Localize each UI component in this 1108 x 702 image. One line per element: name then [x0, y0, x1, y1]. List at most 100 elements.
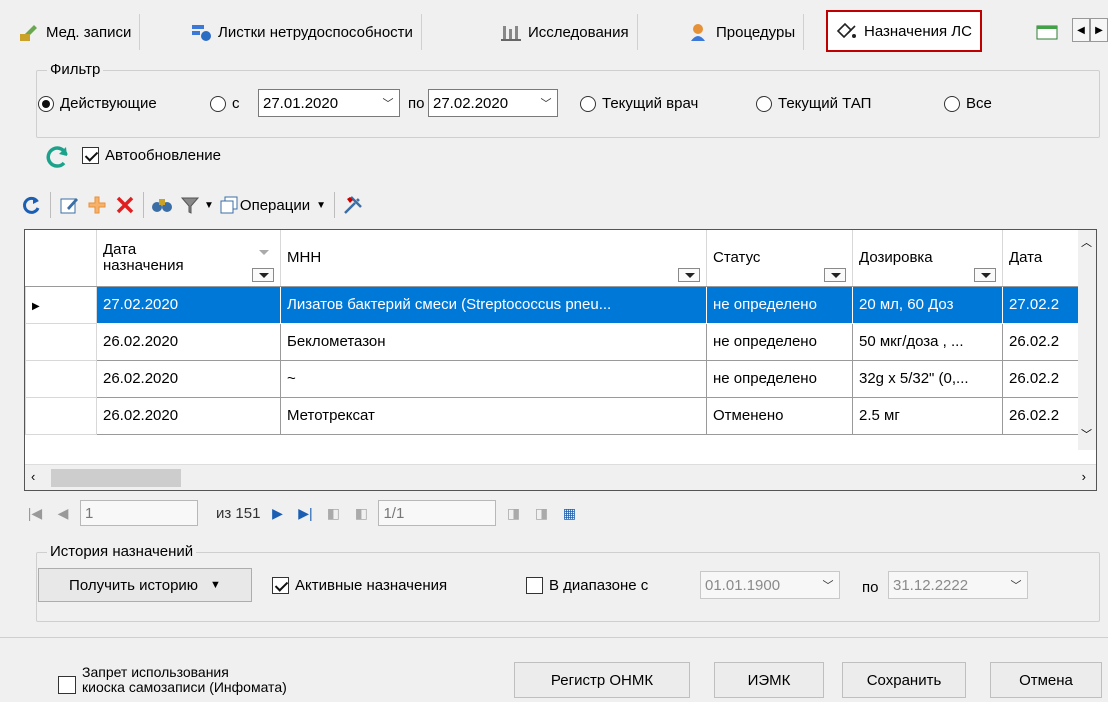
- row-indicator[interactable]: [25, 359, 97, 398]
- record-position-field[interactable]: 1: [80, 500, 198, 526]
- active-prescriptions-check[interactable]: [272, 577, 289, 594]
- column-header-mnn[interactable]: МНН: [280, 230, 707, 287]
- horizontal-scrollbar[interactable]: ‹ ›: [25, 464, 1096, 490]
- iemk-button[interactable]: ИЭМК: [714, 662, 824, 698]
- table-cell[interactable]: 20 мл, 60 Доз: [852, 285, 1003, 324]
- active-prescriptions-checkbox[interactable]: Активные назначения: [272, 577, 447, 594]
- prev-record-icon[interactable]: ◀: [52, 502, 74, 524]
- chevron-down-icon[interactable]: ﹀: [1005, 577, 1027, 593]
- tab-prescriptions[interactable]: Назначения ЛС: [826, 10, 982, 52]
- prev-page-icon[interactable]: ◧: [322, 502, 344, 524]
- tab-research[interactable]: Исследования: [492, 14, 638, 50]
- filter-icon[interactable]: [176, 191, 204, 219]
- radio-active[interactable]: Действующие: [38, 95, 157, 112]
- refresh-button[interactable]: [40, 140, 74, 174]
- register-onmk-button[interactable]: Регистр ОНМК: [514, 662, 690, 698]
- table-cell[interactable]: 2.5 мг: [852, 396, 1003, 435]
- radio-all[interactable]: Все: [944, 95, 992, 112]
- radio-date-range-dot[interactable]: [210, 95, 226, 112]
- autorefresh-check[interactable]: [82, 147, 99, 164]
- in-range-checkbox[interactable]: В диапазоне с: [526, 577, 648, 594]
- save-button[interactable]: Сохранить: [842, 662, 966, 698]
- column-header-date2[interactable]: Дата: [1002, 230, 1083, 287]
- horizontal-scroll-thumb[interactable]: [51, 469, 181, 487]
- table-cell[interactable]: 27.02.2020: [96, 285, 281, 324]
- radio-current-doctor-dot[interactable]: [580, 95, 596, 112]
- table-cell[interactable]: Лизатов бактерий смеси (Streptococcus pn…: [280, 285, 707, 324]
- table-cell[interactable]: Отменено: [706, 396, 853, 435]
- kiosk-ban-check[interactable]: [58, 676, 76, 694]
- next-page-icon[interactable]: ◨: [502, 502, 524, 524]
- table-cell[interactable]: 26.02.2020: [96, 359, 281, 398]
- date-from-picker[interactable]: 27.01.2020 ﹀: [258, 89, 400, 117]
- tab-sick-leave[interactable]: Листки нетрудоспособности: [182, 14, 422, 50]
- row-indicator[interactable]: [25, 396, 97, 435]
- table-cell[interactable]: не определено: [706, 359, 853, 398]
- get-history-dropdown[interactable]: Получить историю ▼: [38, 568, 252, 602]
- tab-scroll-left-button[interactable]: ◀: [1072, 18, 1090, 42]
- last-page-icon[interactable]: ◨: [530, 502, 552, 524]
- chevron-down-icon[interactable]: ﹀: [535, 95, 557, 111]
- column-filter-button[interactable]: [974, 267, 996, 282]
- reload-icon[interactable]: [18, 191, 46, 219]
- column-header-date[interactable]: Дата назначения: [96, 230, 281, 287]
- tab-med-records[interactable]: Мед. записи: [10, 14, 141, 50]
- range-to-picker[interactable]: 31.12.2222 ﹀: [888, 571, 1028, 599]
- column-filter-button[interactable]: [252, 267, 274, 282]
- table-cell[interactable]: 26.02.2: [1002, 322, 1083, 361]
- table-cell[interactable]: 26.02.2: [1002, 359, 1083, 398]
- columns-icon[interactable]: ▦: [558, 502, 580, 524]
- radio-date-range[interactable]: с: [210, 95, 240, 112]
- edit-icon[interactable]: [55, 191, 83, 219]
- delete-icon[interactable]: [111, 191, 139, 219]
- table-row[interactable]: 26.02.2020 Метотрексат Отменено 2.5 мг 2…: [25, 396, 1083, 435]
- table-row[interactable]: 26.02.2020 Беклометазон не определено 50…: [25, 322, 1083, 361]
- radio-current-tap-dot[interactable]: [756, 95, 772, 112]
- operations-menu-label[interactable]: Операции: [240, 197, 310, 214]
- row-indicator[interactable]: [25, 322, 97, 361]
- table-cell[interactable]: 50 мкг/доза , ...: [852, 322, 1003, 361]
- chevron-down-icon[interactable]: ﹀: [377, 95, 399, 111]
- vertical-scrollbar[interactable]: ︿ ﹀: [1078, 230, 1096, 450]
- table-cell[interactable]: Беклометазон: [280, 322, 707, 361]
- scroll-right-icon[interactable]: ›: [1082, 469, 1086, 484]
- scroll-left-icon[interactable]: ‹: [31, 469, 35, 484]
- radio-active-dot[interactable]: [38, 95, 54, 112]
- table-cell[interactable]: 26.02.2020: [96, 396, 281, 435]
- last-record-icon[interactable]: ▶|: [294, 502, 316, 524]
- column-filter-button[interactable]: [678, 267, 700, 282]
- first-page-icon[interactable]: ◧: [350, 502, 372, 524]
- column-header-status[interactable]: Статус: [706, 230, 853, 287]
- operations-dropdown-arrow-icon[interactable]: ▼: [316, 200, 326, 211]
- radio-current-tap[interactable]: Текущий ТАП: [756, 95, 871, 112]
- column-header-dosage[interactable]: Дозировка: [852, 230, 1003, 287]
- next-record-icon[interactable]: ▶: [266, 502, 288, 524]
- range-from-picker[interactable]: 01.01.1900 ﹀: [700, 571, 840, 599]
- row-indicator[interactable]: ▶: [25, 285, 97, 324]
- page-field[interactable]: 1/1: [378, 500, 497, 526]
- table-cell[interactable]: не определено: [706, 285, 853, 324]
- tab-more[interactable]: [1032, 14, 1062, 50]
- cancel-button[interactable]: Отмена: [990, 662, 1102, 698]
- chevron-down-icon[interactable]: ﹀: [817, 577, 839, 593]
- radio-current-doctor[interactable]: Текущий врач: [580, 95, 698, 112]
- scroll-down-icon[interactable]: ﹀: [1081, 426, 1092, 442]
- find-icon[interactable]: [148, 191, 176, 219]
- table-cell[interactable]: Метотрексат: [280, 396, 707, 435]
- table-cell[interactable]: не определено: [706, 322, 853, 361]
- table-cell[interactable]: ~: [280, 359, 707, 398]
- add-icon[interactable]: [83, 191, 111, 219]
- kiosk-ban-checkbox[interactable]: Запрет использования киоска самозаписи (…: [58, 665, 287, 695]
- tools-icon[interactable]: [339, 191, 367, 219]
- table-row[interactable]: ▶ 27.02.2020 Лизатов бактерий смеси (Str…: [25, 285, 1083, 324]
- table-cell[interactable]: 26.02.2: [1002, 396, 1083, 435]
- column-filter-button[interactable]: [824, 267, 846, 282]
- filter-dropdown-arrow-icon[interactable]: ▼: [204, 200, 214, 211]
- table-cell[interactable]: 27.02.2: [1002, 285, 1083, 324]
- table-row[interactable]: 26.02.2020 ~ не определено 32g x 5/32" (…: [25, 359, 1083, 398]
- tab-scroll-right-button[interactable]: ▶: [1090, 18, 1108, 42]
- in-range-check[interactable]: [526, 577, 543, 594]
- table-cell[interactable]: 26.02.2020: [96, 322, 281, 361]
- tab-procedures[interactable]: Процедуры: [680, 14, 805, 50]
- first-record-icon[interactable]: |◀: [24, 502, 46, 524]
